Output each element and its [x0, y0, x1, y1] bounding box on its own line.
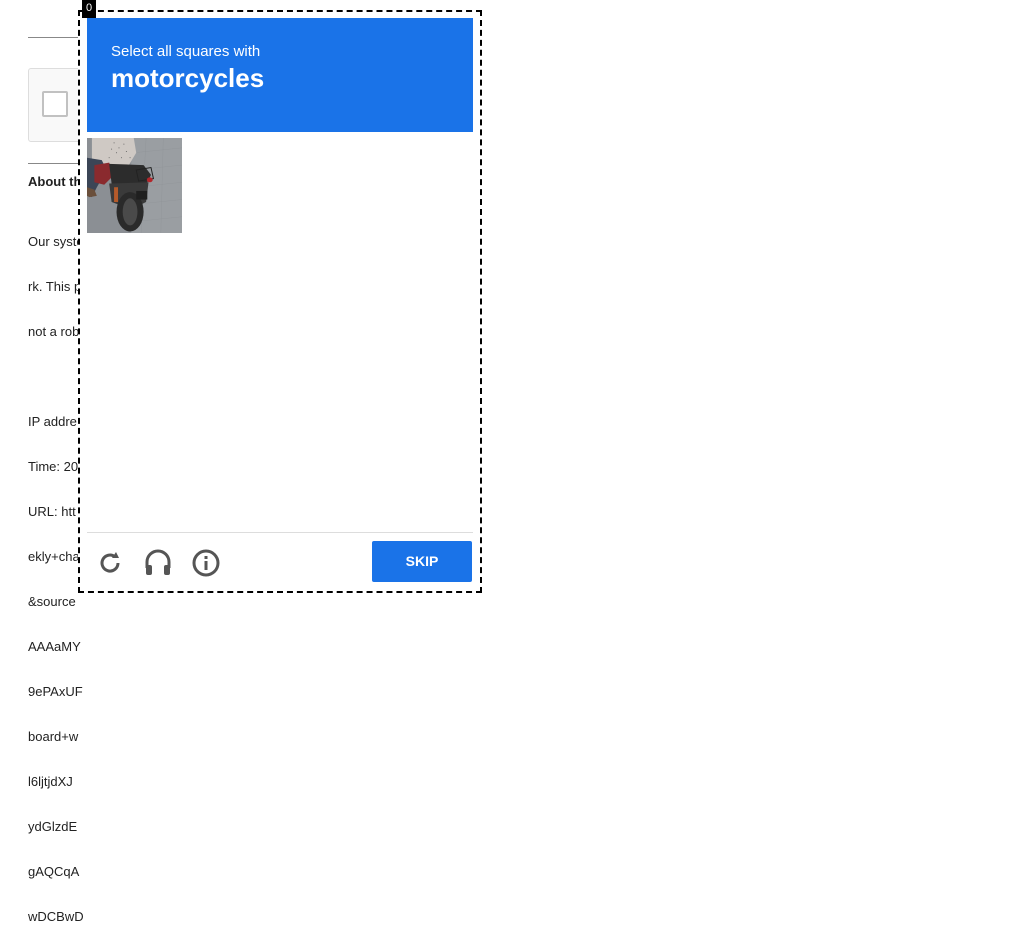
- headphones-icon: [145, 549, 171, 575]
- image-tile-4[interactable]: [378, 138, 473, 233]
- about-line: l6ljtjdXJ: [28, 774, 73, 789]
- image-tile-13[interactable]: [87, 429, 182, 524]
- image-tile-8[interactable]: [378, 235, 473, 330]
- instruction-text: Select all squares with: [111, 43, 261, 60]
- about-line: rk. This p: [28, 279, 82, 294]
- about-line: IP addre: [28, 414, 77, 429]
- about-line: gAQCqA: [28, 864, 80, 879]
- frame-index-label: 0: [82, 0, 96, 18]
- image-tile-14[interactable]: [184, 429, 279, 524]
- info-button[interactable]: [189, 546, 223, 580]
- about-line: AAAaMY: [28, 639, 81, 654]
- image-tile-9[interactable]: [87, 332, 182, 427]
- about-line: board+w: [28, 729, 79, 744]
- about-line: 9ePAxUF: [28, 684, 83, 699]
- footer-divider: [87, 532, 473, 533]
- target-object-text: motorcycles: [111, 63, 265, 93]
- about-line: not a rob: [28, 324, 80, 339]
- info-icon: [192, 549, 220, 577]
- about-heading: About th: [28, 174, 82, 189]
- about-line: ekly+cha: [28, 549, 80, 564]
- image-tile-1[interactable]: [87, 138, 182, 233]
- about-line: [28, 369, 84, 384]
- about-line: Our syste: [28, 234, 84, 249]
- challenge-header: Select all squares with motorcycles: [87, 18, 473, 132]
- about-line: &source: [28, 594, 76, 609]
- audio-challenge-button[interactable]: [141, 546, 175, 580]
- about-line: URL: htt: [28, 504, 76, 519]
- image-tile-6[interactable]: [184, 235, 279, 330]
- image-tile-12[interactable]: [378, 332, 473, 427]
- about-text: Our syste rk. This p not a rob IP addre …: [28, 204, 84, 939]
- about-line: Time: 20: [28, 459, 79, 474]
- image-tile-7[interactable]: [281, 235, 376, 330]
- image-tile-11[interactable]: [281, 332, 376, 427]
- image-tile-10[interactable]: [184, 332, 279, 427]
- image-tile-16[interactable]: [378, 429, 473, 524]
- reload-icon: [100, 552, 120, 573]
- image-tile-3[interactable]: [281, 138, 376, 233]
- image-tile-2[interactable]: [184, 138, 279, 233]
- image-tile-15[interactable]: [281, 429, 376, 524]
- skip-button[interactable]: SKIP: [372, 541, 472, 582]
- image-grid: [87, 138, 473, 524]
- about-line: wDCBwD: [28, 909, 84, 924]
- reload-button[interactable]: [93, 546, 127, 580]
- image-tile-5[interactable]: [87, 235, 182, 330]
- recaptcha-checkbox[interactable]: [42, 91, 68, 117]
- about-line: ydGlzdE: [28, 819, 78, 834]
